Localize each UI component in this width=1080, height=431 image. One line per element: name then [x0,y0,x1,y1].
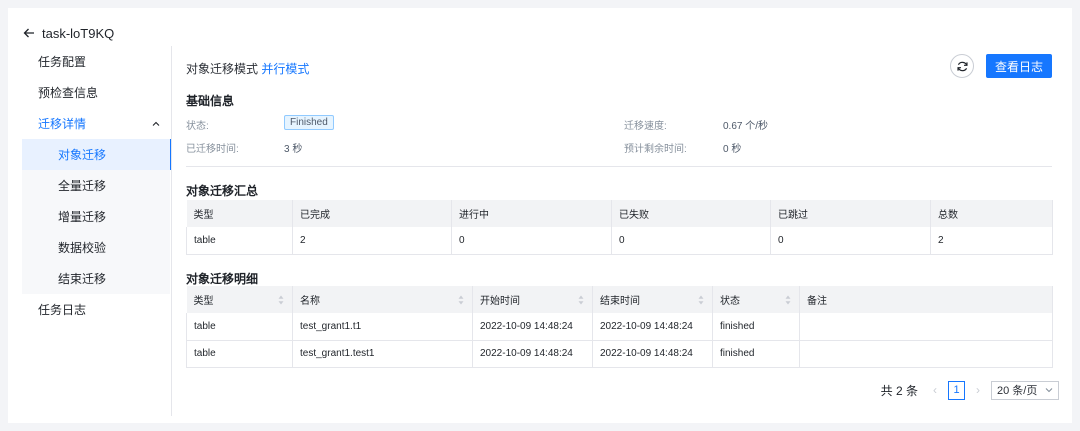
sidebar-item-task-log[interactable]: 任务日志 [22,294,170,325]
page-size-value: 20 条/页 [997,385,1038,397]
table-cell: 2022-10-09 14:48:24 [472,313,593,341]
page-card: task-loT9KQ 任务配置 预检查信息 迁移详情 对象迁移 全量迁移 增量… [8,8,1072,423]
table-cell: test_grant1.test1 [292,340,473,368]
sidebar-item-task-config[interactable]: 任务配置 [22,46,170,77]
refresh-button[interactable] [950,54,974,78]
table-cell: 2022-10-09 14:48:24 [592,313,713,341]
chevron-right-icon[interactable]: › [971,383,985,397]
column-header: 已完成 [292,200,452,227]
table-row: table test_grant1.t1 2022-10-09 14:48:24… [186,313,1053,341]
status-label: 状态: [186,121,209,132]
table-cell: finished [712,340,800,368]
sort-icon[interactable] [278,295,284,305]
sidebar-item-migration-detail[interactable]: 迁移详情 [22,108,170,139]
basic-info-title: 基础信息 [186,94,235,108]
column-header-label: 开始时间 [480,296,520,307]
sidebar-item-incremental-migration[interactable]: 增量迁移 [22,201,170,232]
summary-table: 类型 已完成 进行中 已失败 已跳过 总数 table 2 0 0 0 2 [186,200,1053,255]
table-cell: 0 [451,227,612,255]
sidebar: 任务配置 预检查信息 迁移详情 对象迁移 全量迁移 增量迁移 数据校验 结束迁移… [22,46,172,325]
sidebar-item-precheck[interactable]: 预检查信息 [22,77,170,108]
speed-value: 0.67 个/秒 [723,121,769,132]
table-header-row: 类型 已完成 进行中 已失败 已跳过 总数 [186,200,1053,227]
task-title: task-loT9KQ [42,25,115,41]
column-header-type[interactable]: 类型 [186,286,293,313]
sidebar-item-label: 结束迁移 [58,272,107,286]
main-panel: 对象迁移模式 并行模式 查看日志 基础信息 状态: Finished 迁移速度:… [171,46,1071,416]
table-cell: table [186,340,293,368]
table-cell: 2 [292,227,452,255]
speed-label: 迁移速度: [624,121,667,132]
sidebar-item-label: 全量迁移 [58,179,107,193]
refresh-icon [956,61,968,71]
table-cell: 0 [611,227,771,255]
page-size-select[interactable]: 20 条/页 [991,380,1059,400]
sort-icon[interactable] [578,295,584,305]
elapsed-label: 已迁移时间: [186,144,239,155]
sidebar-item-data-check[interactable]: 数据校验 [22,232,170,263]
column-header-end-time[interactable]: 结束时间 [592,286,713,313]
chevron-down-icon [1045,388,1053,393]
table-cell: table [186,227,293,255]
detail-title: 对象迁移明细 [186,272,259,286]
back-link[interactable]: task-loT9KQ [22,24,114,42]
table-header-row: 类型 名称 开始时间 结束时间 状态 备注 [186,286,1053,313]
column-header-label: 结束时间 [600,296,640,307]
sidebar-item-label: 任务日志 [38,303,87,317]
table-cell: test_grant1.t1 [292,313,473,341]
sidebar-item-object-migration[interactable]: 对象迁移 [22,139,172,170]
sort-icon[interactable] [698,295,704,305]
table-row: table 2 0 0 0 2 [186,227,1053,255]
sidebar-item-label: 预检查信息 [38,86,99,100]
divider [186,166,1052,167]
column-header-label: 状态 [720,296,740,307]
pagination: 共 2 条 ‹ 1 › 20 条/页 [881,380,1059,400]
table-row: table test_grant1.test1 2022-10-09 14:48… [186,340,1053,368]
column-header: 总数 [930,200,1053,227]
table-cell [799,313,1053,341]
column-header-start-time[interactable]: 开始时间 [472,286,593,313]
chevron-left-icon[interactable]: ‹ [928,383,942,397]
table-cell: 2 [930,227,1053,255]
sidebar-item-label: 对象迁移 [58,148,107,162]
column-header: 已失败 [611,200,771,227]
column-header-label: 名称 [300,296,320,307]
column-header-status[interactable]: 状态 [712,286,800,313]
remain-value: 0 秒 [723,144,742,155]
page-number-current[interactable]: 1 [948,380,965,400]
sidebar-item-full-migration[interactable]: 全量迁移 [22,170,170,201]
sort-icon[interactable] [458,295,464,305]
table-cell: 2022-10-09 14:48:24 [472,340,593,368]
column-header: 已跳过 [770,200,931,227]
arrow-left-icon [23,28,34,38]
chevron-up-icon [152,121,160,126]
table-cell: table [186,313,293,341]
sidebar-item-end-migration[interactable]: 结束迁移 [22,263,170,294]
table-cell [799,340,1053,368]
summary-title: 对象迁移汇总 [186,184,259,198]
table-cell: 0 [770,227,931,255]
mode-value: 并行模式 [261,62,310,76]
sidebar-item-label: 任务配置 [38,55,87,69]
mode-label: 对象迁移模式 [186,62,259,76]
table-cell: 2022-10-09 14:48:24 [592,340,713,368]
column-header: 进行中 [451,200,612,227]
elapsed-value: 3 秒 [284,144,303,155]
total-count: 共 2 条 [880,383,918,398]
column-header: 类型 [186,200,293,227]
view-log-button[interactable]: 查看日志 [986,54,1052,78]
column-header-remark: 备注 [799,286,1053,313]
sidebar-item-label: 数据校验 [58,241,107,255]
remain-label: 预计剩余时间: [624,144,687,155]
column-header-label: 类型 [193,296,214,307]
migration-mode: 对象迁移模式 并行模式 [186,60,309,77]
detail-table: 类型 名称 开始时间 结束时间 状态 备注 table test_grant1.… [186,286,1053,368]
column-header-name[interactable]: 名称 [292,286,473,313]
sort-icon[interactable] [785,295,791,305]
sidebar-item-label: 增量迁移 [58,210,107,224]
table-cell: finished [712,313,800,341]
sidebar-item-label: 迁移详情 [38,117,87,131]
status-badge: Finished [284,115,334,130]
